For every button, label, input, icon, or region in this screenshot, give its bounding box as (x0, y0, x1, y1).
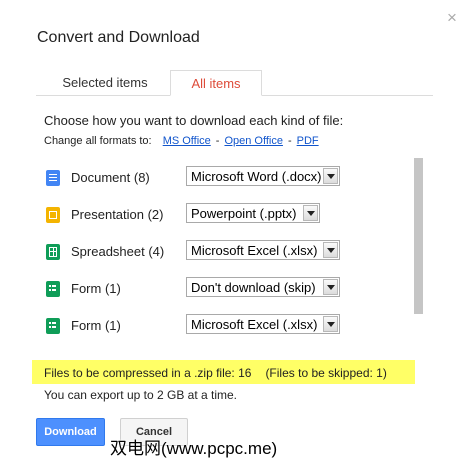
change-all-formats: Change all formats to: MS Office - Open Of… (44, 135, 319, 147)
watermark-text: 双电网(www.pcpc.me) (110, 439, 278, 458)
format-select-value: Powerpoint (.pptx) (191, 206, 297, 221)
tab-selected-items[interactable]: Selected items (50, 70, 160, 96)
change-all-label: Change all formats to: (44, 135, 152, 147)
skipped-count-text: (Files to be skipped: 1) (265, 366, 387, 380)
document-icon (46, 170, 60, 186)
format-select-value: Microsoft Excel (.xlsx) (191, 317, 318, 332)
instructions-text: Choose how you want to download each kin… (44, 113, 344, 128)
open-office-link[interactable]: Open Office (224, 135, 283, 147)
file-type-label: Presentation (2) (71, 207, 164, 222)
convert-download-dialog: × Convert and Download Selected items Al… (0, 0, 468, 470)
scrollbar-thumb[interactable] (414, 158, 423, 314)
compressed-count-text: Files to be compressed in a .zip file: 1… (44, 366, 252, 380)
list-scrollbar[interactable] (414, 158, 423, 314)
file-type-row-form: Form (1) Don't download (skip) (44, 277, 344, 301)
separator: - (287, 135, 292, 147)
compress-summary: Files to be compressed in a .zip file: 1… (44, 366, 387, 380)
file-type-row-document: Document (8) Microsoft Word (.docx) (44, 166, 344, 190)
export-limit-text: You can export up to 2 GB at a time. (44, 388, 238, 402)
dialog-title: Convert and Download (37, 29, 200, 46)
file-type-row-presentation: Presentation (2) Powerpoint (.pptx) (44, 203, 344, 227)
tab-all-items[interactable]: All items (170, 70, 262, 96)
ms-office-link[interactable]: MS Office (163, 135, 211, 147)
file-type-label: Document (8) (71, 170, 150, 185)
file-type-label: Form (1) (71, 318, 121, 333)
format-select-value: Microsoft Excel (.xlsx) (191, 243, 318, 258)
format-select-form[interactable]: Microsoft Excel (.xlsx) (186, 314, 340, 334)
format-select-spreadsheet[interactable]: Microsoft Excel (.xlsx) (186, 240, 340, 260)
spreadsheet-icon (46, 244, 60, 260)
chevron-down-icon[interactable] (323, 316, 338, 332)
pdf-link[interactable]: PDF (297, 135, 319, 147)
chevron-down-icon[interactable] (323, 279, 338, 295)
download-button[interactable]: Download (36, 418, 105, 446)
separator: - (215, 135, 220, 147)
chevron-down-icon[interactable] (323, 242, 338, 258)
file-type-label: Form (1) (71, 281, 121, 296)
chevron-down-icon[interactable] (303, 205, 318, 221)
format-select-form[interactable]: Don't download (skip) (186, 277, 340, 297)
file-type-row-spreadsheet: Spreadsheet (4) Microsoft Excel (.xlsx) (44, 240, 344, 264)
close-icon[interactable]: × (443, 9, 461, 27)
chevron-down-icon[interactable] (323, 168, 338, 184)
format-select-presentation[interactable]: Powerpoint (.pptx) (186, 203, 320, 223)
format-select-value: Microsoft Word (.docx) (191, 169, 322, 184)
form-icon (46, 281, 60, 297)
presentation-icon (46, 207, 60, 223)
format-select-value: Don't download (skip) (191, 280, 316, 295)
file-type-label: Spreadsheet (4) (71, 244, 165, 259)
form-icon (46, 318, 60, 334)
file-type-row-form: Form (1) Microsoft Excel (.xlsx) (44, 314, 344, 338)
format-select-document[interactable]: Microsoft Word (.docx) (186, 166, 340, 186)
